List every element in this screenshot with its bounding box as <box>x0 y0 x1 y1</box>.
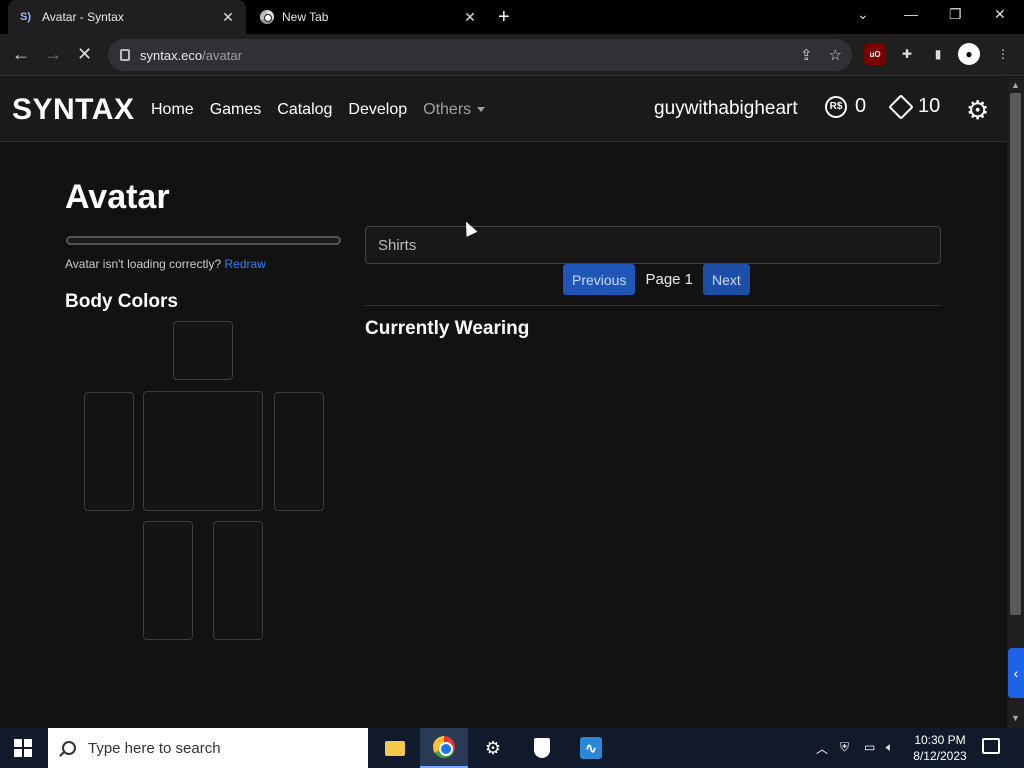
taskbar-clock[interactable]: 10:30 PM 8/12/2023 <box>905 732 975 764</box>
chrome-favicon-icon <box>260 10 274 24</box>
app-pulse-icon: ∿ <box>580 737 602 759</box>
next-button[interactable]: Next <box>703 264 750 295</box>
page-indicator: Page 1 <box>645 271 694 288</box>
redraw-link[interactable]: Redraw <box>225 257 266 271</box>
nav-others-dropdown[interactable]: Others <box>423 101 486 119</box>
close-tab-icon[interactable]: ✕ <box>462 9 478 26</box>
scroll-down-icon[interactable]: ▼ <box>1011 713 1020 723</box>
avatar-load-progress <box>66 236 341 245</box>
notifications-icon[interactable] <box>982 738 1000 754</box>
menu-kebab-icon[interactable]: ⋮ <box>992 43 1014 65</box>
tix-ticket-icon <box>888 93 914 120</box>
body-part-left-arm[interactable] <box>274 392 324 511</box>
site-navbar: SYNTAX Home Games Catalog Develop Others… <box>0 77 1007 142</box>
back-arrow-icon[interactable]: ← <box>12 44 30 65</box>
screen: S) Avatar - Syntax ✕ New Tab ✕ + ⌄ — ❐ ✕… <box>0 0 1024 768</box>
body-colors-title: Body Colors <box>65 291 178 312</box>
side-panel-icon[interactable]: ▮ <box>927 43 949 65</box>
nav-others-label: Others <box>423 101 472 118</box>
settings-gear-icon[interactable]: ⚙ <box>966 95 989 126</box>
close-tab-icon[interactable]: ✕ <box>220 9 236 26</box>
search-icon <box>62 741 76 755</box>
scrollbar-thumb[interactable] <box>1010 93 1021 615</box>
clock-time: 10:30 PM <box>914 733 966 747</box>
body-part-right-leg[interactable] <box>143 521 193 640</box>
nav-catalog[interactable]: Catalog <box>277 101 332 119</box>
tab-title: Avatar - Syntax <box>42 10 124 24</box>
windows-start-icon[interactable] <box>14 739 32 757</box>
chrome-icon <box>433 736 455 758</box>
taskbar-app[interactable]: ∿ <box>567 728 615 768</box>
scroll-up-icon[interactable]: ▲ <box>1011 80 1020 90</box>
body-part-right-arm[interactable] <box>84 392 134 511</box>
extensions-puzzle-icon[interactable]: ✚ <box>896 43 918 65</box>
taskbar-search[interactable]: Type here to search <box>48 728 368 768</box>
close-window-icon[interactable]: ✕ <box>994 6 1006 23</box>
bookmark-star-icon[interactable]: ☆ <box>829 46 842 64</box>
body-part-left-leg[interactable] <box>213 521 263 640</box>
username-link[interactable]: guywithabigheart <box>654 98 798 120</box>
minimize-icon[interactable]: — <box>904 6 918 22</box>
shield-icon <box>534 738 550 758</box>
volume-icon[interactable]: 🔈︎ <box>886 740 893 755</box>
ublock-extension-icon[interactable]: uO <box>864 43 886 65</box>
tab-search-chevron-icon[interactable]: ⌄ <box>857 6 869 23</box>
avatar-loading-message: Avatar isn't loading correctly? Redraw <box>65 257 266 271</box>
nav-games[interactable]: Games <box>210 101 262 119</box>
syntax-favicon-icon: S) <box>20 11 31 23</box>
windows-taskbar: Type here to search ⚙ ∿ ︿ ⛨ ▭ 🔈︎ 10:30 P… <box>0 728 1024 768</box>
network-icon[interactable]: ▭ <box>864 740 875 754</box>
nav-home[interactable]: Home <box>151 101 194 119</box>
tray-security-icon[interactable]: ⛨ <box>840 740 849 755</box>
page-scrollbar[interactable]: ▲ ▼ <box>1007 77 1024 728</box>
tab-title: New Tab <box>282 10 329 24</box>
currently-wearing-title: Currently Wearing <box>365 318 530 339</box>
forward-arrow-icon[interactable]: → <box>44 44 62 65</box>
folder-icon <box>385 740 405 756</box>
body-part-head[interactable] <box>173 321 233 380</box>
tray-overflow-chevron-icon[interactable]: ︿ <box>816 740 828 757</box>
tix-balance[interactable]: 10 <box>888 93 941 120</box>
gear-icon: ⚙ <box>484 737 502 758</box>
robux-balance[interactable]: R$ 0 <box>825 95 866 118</box>
robux-amount: 0 <box>855 95 867 117</box>
pagination: Previous Page 1 Next <box>563 264 750 295</box>
category-select[interactable]: Shirts <box>365 226 941 264</box>
body-part-torso[interactable] <box>143 391 263 511</box>
caret-down-icon <box>477 107 486 113</box>
taskbar-file-explorer[interactable] <box>371 728 419 768</box>
loading-message-text: Avatar isn't loading correctly? <box>65 257 222 271</box>
robux-icon: R$ <box>825 95 847 118</box>
address-path: /avatar <box>202 47 242 63</box>
address-bar[interactable]: syntax.eco/avatar ⇪ ☆ <box>108 39 852 71</box>
tix-amount: 10 <box>918 95 941 117</box>
site-logo[interactable]: SYNTAX <box>12 93 134 127</box>
restore-icon[interactable]: ❐ <box>949 6 962 23</box>
clock-date: 8/12/2023 <box>913 749 967 763</box>
previous-button[interactable]: Previous <box>563 264 636 295</box>
section-divider <box>365 305 941 306</box>
tab-avatar-syntax[interactable]: S) Avatar - Syntax ✕ <box>8 0 246 34</box>
lock-icon <box>120 49 130 61</box>
address-host: syntax.eco <box>140 47 203 63</box>
share-icon[interactable]: ⇪ <box>800 46 813 64</box>
new-tab-button[interactable]: + <box>498 6 510 29</box>
nav-develop[interactable]: Develop <box>348 101 407 119</box>
side-panel-toggle-chevron-icon[interactable]: ‹ <box>1008 648 1024 698</box>
tab-new-tab[interactable]: New Tab ✕ <box>250 0 488 34</box>
taskbar-search-placeholder: Type here to search <box>88 739 221 757</box>
taskbar-settings[interactable]: ⚙ <box>469 728 517 768</box>
nav-links: Home Games Catalog Develop Others <box>151 101 486 119</box>
page-title: Avatar <box>65 178 170 216</box>
taskbar-security[interactable] <box>518 728 566 768</box>
taskbar-chrome[interactable] <box>420 728 468 768</box>
omnibox-actions: ⇪ ☆ <box>800 46 842 64</box>
browser-toolbar: ← → ✕ syntax.eco/avatar ⇪ ☆ uO ✚ ▮ ● ⋮ <box>0 34 1024 76</box>
stop-loading-icon[interactable]: ✕ <box>77 44 92 65</box>
browser-tab-strip: S) Avatar - Syntax ✕ New Tab ✕ + ⌄ — ❐ ✕ <box>0 0 1024 34</box>
profile-avatar-icon[interactable]: ● <box>958 43 980 65</box>
